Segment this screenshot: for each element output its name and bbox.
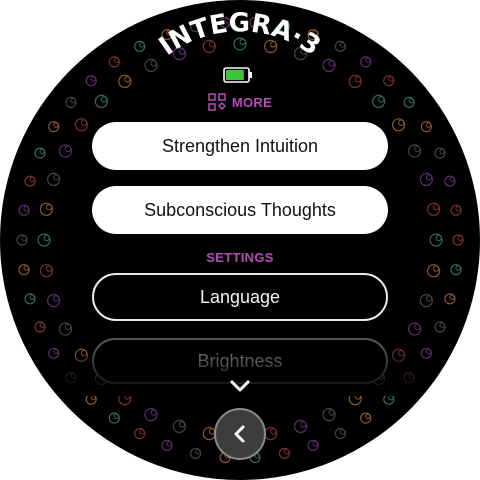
pattern-swirl: [161, 439, 173, 451]
pattern-swirl: [434, 321, 446, 333]
watch-screen: INTEGRA·3 MORE Strengthen Intuition Subc…: [0, 0, 480, 480]
pattern-swirl: [190, 447, 202, 459]
pattern-swirl: [172, 419, 186, 433]
pattern-swirl: [450, 264, 462, 276]
pattern-swirl: [144, 408, 158, 422]
brand-title-text: INTEGRA·3: [154, 8, 326, 61]
pattern-swirl: [360, 412, 372, 424]
pattern-swirl: [322, 408, 336, 422]
pattern-swirl: [392, 118, 406, 132]
pattern-swirl: [74, 348, 89, 362]
battery-icon: [223, 67, 252, 83]
grid-diamond-icon: [208, 93, 226, 111]
pattern-swirl: [16, 234, 28, 246]
pattern-swirl: [427, 202, 441, 216]
settings-item-language[interactable]: Language: [92, 273, 388, 321]
menu-item-strengthen-intuition[interactable]: Strengthen Intuition: [92, 122, 388, 170]
pattern-swirl: [294, 419, 308, 433]
pattern-swirl: [278, 447, 290, 459]
pattern-swirl: [108, 412, 120, 424]
pattern-swirl: [134, 428, 146, 440]
pattern-swirl: [39, 202, 54, 216]
pattern-swirl: [37, 233, 51, 247]
pattern-swirl: [419, 294, 433, 308]
svg-text:INTEGRA·3: INTEGRA·3: [154, 8, 326, 61]
pattern-swirl: [18, 264, 30, 276]
pattern-swirl: [18, 204, 30, 216]
pattern-swirl: [450, 204, 462, 216]
pattern-swirl: [58, 144, 73, 158]
pattern-swirl: [85, 393, 97, 405]
settings-section-label: SETTINGS: [206, 250, 274, 265]
pattern-swirl: [58, 322, 73, 336]
pattern-swirl: [74, 118, 89, 132]
chevron-down-icon[interactable]: [228, 378, 252, 394]
more-label: MORE: [231, 94, 273, 110]
back-button[interactable]: [214, 408, 266, 460]
pattern-swirl: [392, 348, 406, 362]
pattern-swirl: [403, 372, 415, 384]
pattern-swirl: [444, 293, 456, 305]
pattern-swirl: [118, 392, 132, 406]
chevron-left-icon: [234, 425, 245, 443]
battery-level-fill: [226, 70, 244, 80]
pattern-swirl: [419, 172, 433, 186]
pattern-swirl: [444, 175, 456, 187]
pattern-swirl: [429, 233, 443, 247]
pattern-swirl: [24, 293, 36, 305]
pattern-swirl: [452, 234, 464, 246]
pattern-swirl: [408, 322, 422, 336]
pattern-swirl: [46, 172, 61, 186]
menu-item-subconscious-thoughts[interactable]: Subconscious Thoughts: [92, 186, 388, 234]
pattern-swirl: [39, 264, 54, 278]
pattern-swirl: [46, 294, 61, 308]
pattern-swirl: [48, 347, 60, 359]
pattern-swirl: [420, 121, 432, 133]
pattern-swirl: [34, 321, 46, 333]
pattern-swirl: [434, 147, 446, 159]
pattern-swirl: [48, 121, 60, 133]
pattern-swirl: [24, 175, 36, 187]
pattern-swirl: [420, 347, 432, 359]
pattern-swirl: [34, 147, 46, 159]
pattern-swirl: [307, 439, 319, 451]
pattern-swirl: [334, 428, 346, 440]
pattern-swirl: [383, 393, 395, 405]
pattern-swirl: [348, 392, 362, 406]
pattern-swirl: [427, 264, 441, 278]
pattern-swirl: [264, 427, 278, 441]
pattern-swirl: [65, 372, 77, 384]
more-header[interactable]: MORE: [0, 91, 480, 113]
pattern-swirl: [408, 144, 422, 158]
